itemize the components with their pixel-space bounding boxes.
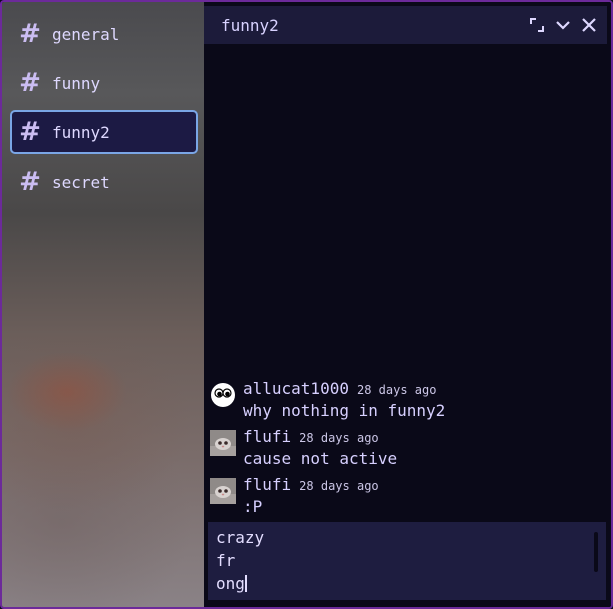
- message-author-line: flufi 28 days ago: [243, 427, 379, 446]
- channel-label: funny2: [52, 122, 110, 142]
- message-item: flufi 28 days ago cause not active: [210, 427, 605, 475]
- channel-item-general[interactable]: # general: [10, 12, 198, 56]
- message-timestamp: 28 days ago: [299, 431, 379, 445]
- input-line: crazy: [216, 528, 265, 547]
- channel-label: general: [52, 24, 120, 44]
- input-scrollbar[interactable]: [594, 532, 598, 572]
- hash-icon: #: [19, 68, 41, 98]
- avatar[interactable]: [210, 430, 236, 456]
- message-item: allucat1000 28 days ago why nothing in fu…: [210, 379, 605, 427]
- message-text: :P: [243, 497, 263, 516]
- message-item: flufi 28 days ago :P: [210, 475, 605, 523]
- text-caret: [244, 575, 247, 592]
- message-input[interactable]: crazy fr ong: [208, 522, 606, 600]
- input-line-text: ong: [216, 574, 245, 593]
- message-author-line: flufi 28 days ago: [243, 475, 379, 494]
- message-author[interactable]: allucat1000: [243, 379, 349, 398]
- channel-label: funny: [52, 73, 101, 93]
- channel-sidebar: # general # funny # funny2 # secret: [2, 2, 204, 607]
- message-timestamp: 28 days ago: [356, 383, 437, 397]
- message-text: why nothing in funny2: [243, 401, 446, 420]
- avatar[interactable]: [210, 382, 236, 408]
- message-author[interactable]: flufi: [243, 427, 291, 446]
- message-author-line: allucat1000 28 days ago: [243, 379, 436, 398]
- channel-item-secret[interactable]: # secret: [10, 160, 198, 204]
- input-line: fr: [216, 551, 236, 570]
- chevron-down-icon[interactable]: [553, 15, 573, 35]
- hash-icon: #: [19, 117, 41, 147]
- avatar[interactable]: [210, 478, 236, 504]
- channel-title: funny2: [221, 15, 279, 35]
- chat-panel: funny2 allucat1000 28 days ago why nothi…: [204, 2, 611, 607]
- message-author[interactable]: flufi: [243, 475, 291, 494]
- channel-item-funny2[interactable]: # funny2: [10, 110, 198, 154]
- hash-icon: #: [19, 167, 41, 197]
- message-timestamp: 28 days ago: [299, 479, 379, 493]
- channel-label: secret: [52, 172, 110, 192]
- channel-header: funny2: [204, 6, 607, 44]
- chat-window: # general # funny # funny2 # secret funn…: [0, 0, 613, 609]
- message-text: cause not active: [243, 449, 398, 468]
- channel-item-funny[interactable]: # funny: [10, 61, 198, 105]
- hash-icon: #: [19, 19, 41, 49]
- input-line-current: ong: [216, 572, 598, 595]
- close-icon[interactable]: [579, 15, 599, 35]
- resize-icon[interactable]: [527, 15, 547, 35]
